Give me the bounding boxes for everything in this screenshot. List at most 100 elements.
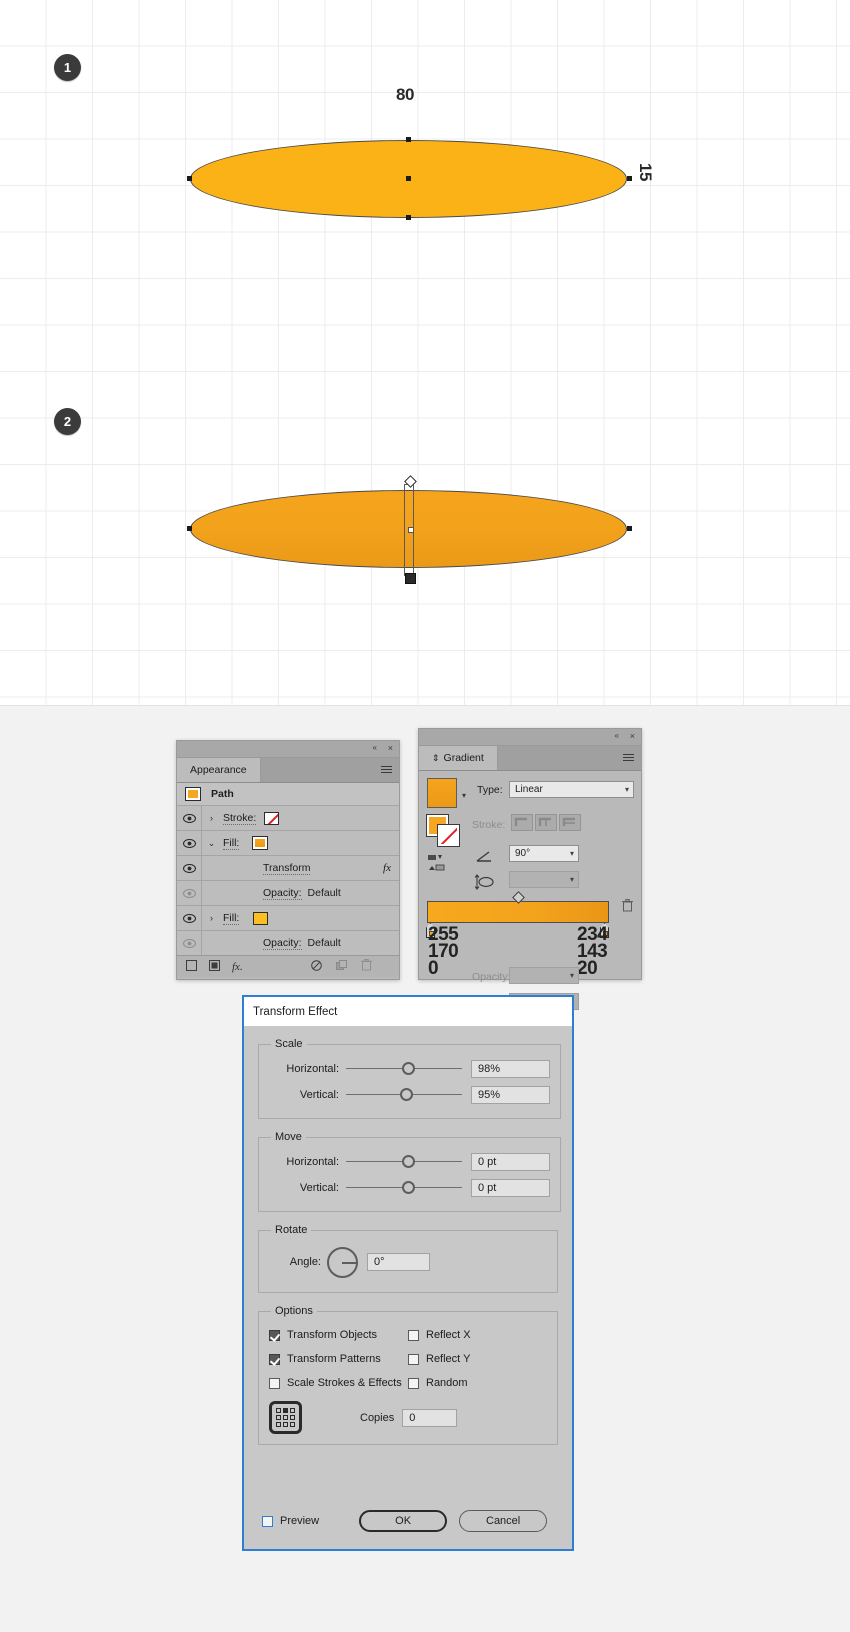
move-vertical-slider[interactable] bbox=[346, 1181, 462, 1195]
anchor-point-right[interactable] bbox=[627, 176, 632, 181]
fill-solid-swatch[interactable] bbox=[253, 911, 269, 925]
rotate-angle-field[interactable]: 0° bbox=[367, 1253, 430, 1271]
visibility-eye-icon[interactable] bbox=[177, 831, 202, 855]
delete-stop-icon[interactable] bbox=[622, 899, 633, 915]
gradient-aspect-select[interactable]: ▾ bbox=[509, 871, 579, 888]
move-horizontal-field[interactable]: 0 pt bbox=[471, 1153, 550, 1171]
gradient-opacity-select[interactable]: ▾ bbox=[509, 967, 579, 984]
anchor-point-bottom[interactable] bbox=[406, 215, 411, 220]
add-new-effect-icon[interactable]: fx. bbox=[232, 961, 243, 973]
no-appearance-icon[interactable] bbox=[311, 959, 322, 974]
checkbox-preview[interactable]: Preview bbox=[262, 1515, 319, 1527]
checkbox-icon[interactable] bbox=[408, 1329, 419, 1341]
checkbox-transform-objects[interactable]: Transform Objects bbox=[269, 1323, 408, 1347]
appearance-row-label[interactable]: Opacity: bbox=[263, 887, 302, 900]
appearance-panel[interactable]: « × Appearance Path › Stroke: ⌄ Fill: Tr… bbox=[176, 740, 400, 980]
gradient-panel[interactable]: « × ⇕ Gradient ▾ Type: Linear ▾ Stroke: bbox=[418, 728, 642, 1010]
scale-vertical-field[interactable]: 95% bbox=[471, 1086, 550, 1104]
checkbox-scale-strokes-effects[interactable]: Scale Strokes & Effects bbox=[269, 1371, 408, 1395]
duplicate-item-icon[interactable] bbox=[336, 959, 347, 974]
gradient-slider[interactable] bbox=[426, 891, 609, 938]
move-vertical-label: Vertical: bbox=[299, 1182, 339, 1194]
checkbox-reflect-x[interactable]: Reflect X bbox=[408, 1323, 547, 1347]
gradient-preview-swatch[interactable] bbox=[427, 778, 457, 808]
anchor-point-center[interactable] bbox=[406, 176, 411, 181]
reverse-gradient-icon[interactable] bbox=[427, 853, 447, 876]
anchor-point-left[interactable] bbox=[187, 176, 192, 181]
checkbox-reflect-y[interactable]: Reflect Y bbox=[408, 1347, 547, 1371]
appearance-title-row[interactable]: Path bbox=[177, 783, 399, 806]
chevron-right-icon[interactable]: › bbox=[202, 806, 221, 830]
checkbox-icon[interactable] bbox=[262, 1515, 273, 1527]
gradient-midpoint-dot[interactable] bbox=[408, 527, 414, 533]
checkbox-icon[interactable] bbox=[408, 1377, 419, 1389]
appearance-panel-titlebar[interactable]: « × bbox=[177, 741, 399, 758]
stroke-within-button[interactable] bbox=[511, 814, 533, 831]
clear-appearance-icon[interactable] bbox=[209, 959, 220, 974]
stroke-along-button[interactable] bbox=[535, 814, 557, 831]
stroke-gradient-type-buttons[interactable] bbox=[511, 814, 581, 831]
collapse-icon[interactable]: « bbox=[373, 744, 377, 752]
fx-icon[interactable]: fx bbox=[383, 862, 391, 874]
ellipse-shape-flat[interactable] bbox=[187, 137, 632, 220]
gradient-panel-titlebar[interactable]: « × bbox=[419, 729, 641, 746]
checkbox-icon[interactable] bbox=[269, 1329, 280, 1341]
appearance-row-opacity[interactable]: Opacity: Default bbox=[177, 881, 399, 906]
collapse-icon[interactable]: « bbox=[615, 732, 619, 740]
chevron-down-icon[interactable]: ▾ bbox=[462, 791, 466, 800]
ellipse-shape-gradient[interactable] bbox=[187, 475, 632, 584]
checkbox-icon[interactable] bbox=[269, 1377, 280, 1389]
visibility-eye-icon-dim[interactable] bbox=[177, 931, 202, 955]
checkbox-random[interactable]: Random bbox=[408, 1371, 547, 1395]
checkbox-transform-patterns[interactable]: Transform Patterns bbox=[269, 1347, 408, 1371]
delete-item-icon[interactable] bbox=[361, 959, 372, 974]
scale-vertical-slider[interactable] bbox=[346, 1088, 462, 1102]
tab-gradient[interactable]: ⇕ Gradient bbox=[419, 746, 498, 770]
stroke-across-button[interactable] bbox=[559, 814, 581, 831]
gradient-type-select[interactable]: Linear ▾ bbox=[509, 781, 634, 798]
fill-stroke-toggle[interactable] bbox=[426, 814, 461, 847]
appearance-row-fill-solid[interactable]: › Fill: bbox=[177, 906, 399, 931]
panel-menu-icon[interactable] bbox=[623, 754, 634, 762]
anchor-point-right[interactable] bbox=[627, 526, 632, 531]
gradient-start-diamond[interactable] bbox=[404, 475, 417, 488]
appearance-row-label[interactable]: Transform bbox=[263, 862, 311, 875]
anchor-point-top[interactable] bbox=[406, 137, 411, 142]
angle-dial[interactable] bbox=[327, 1246, 358, 1278]
close-icon[interactable]: × bbox=[388, 743, 393, 753]
checkbox-icon[interactable] bbox=[408, 1353, 419, 1365]
move-vertical-field[interactable]: 0 pt bbox=[471, 1179, 550, 1197]
copies-field[interactable]: 0 bbox=[402, 1408, 458, 1427]
stroke-swatch[interactable] bbox=[437, 824, 460, 847]
ok-button[interactable]: OK bbox=[359, 1510, 448, 1532]
move-horizontal-slider[interactable] bbox=[346, 1155, 462, 1169]
appearance-row-stroke[interactable]: › Stroke: bbox=[177, 806, 399, 831]
fill-gradient-swatch[interactable] bbox=[252, 836, 269, 850]
checkbox-icon[interactable] bbox=[269, 1353, 280, 1365]
gradient-angle-select[interactable]: 90° ▾ bbox=[509, 845, 579, 862]
visibility-eye-icon[interactable] bbox=[177, 856, 202, 880]
path-thumbnail-swatch[interactable] bbox=[185, 787, 201, 801]
anchor-point-left[interactable] bbox=[187, 526, 192, 531]
tab-appearance[interactable]: Appearance bbox=[177, 758, 261, 782]
stroke-none-swatch[interactable] bbox=[264, 811, 280, 825]
gradient-annotator-handle[interactable] bbox=[404, 475, 417, 584]
cancel-button[interactable]: Cancel bbox=[459, 1510, 548, 1532]
panel-menu-icon[interactable] bbox=[381, 766, 392, 774]
appearance-row-transform[interactable]: Transform fx bbox=[177, 856, 399, 881]
scale-horizontal-slider[interactable] bbox=[346, 1062, 462, 1076]
transform-effect-dialog[interactable]: Transform Effect Scale Horizontal: 98% V… bbox=[242, 995, 574, 1551]
visibility-eye-icon-dim[interactable] bbox=[177, 881, 202, 905]
reference-point-selector[interactable] bbox=[269, 1401, 302, 1434]
appearance-row-label[interactable]: Opacity: bbox=[263, 937, 302, 950]
chevron-down-icon[interactable]: ⌄ bbox=[202, 831, 221, 855]
gradient-end-square[interactable] bbox=[405, 573, 416, 584]
chevron-right-icon[interactable]: › bbox=[202, 906, 221, 930]
visibility-eye-icon[interactable] bbox=[177, 906, 202, 930]
scale-horizontal-field[interactable]: 98% bbox=[471, 1060, 550, 1078]
appearance-row-opacity-2[interactable]: Opacity: Default bbox=[177, 931, 399, 955]
new-art-basic-appearance-icon[interactable] bbox=[186, 959, 197, 974]
close-icon[interactable]: × bbox=[630, 731, 635, 741]
appearance-row-fill-gradient[interactable]: ⌄ Fill: bbox=[177, 831, 399, 856]
visibility-eye-icon[interactable] bbox=[177, 806, 202, 830]
